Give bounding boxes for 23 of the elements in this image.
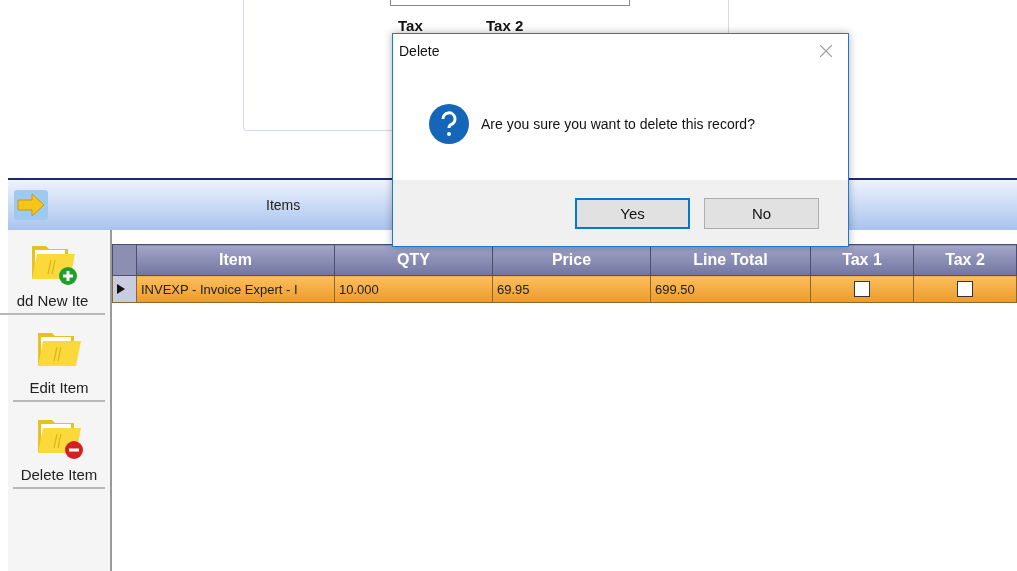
table-cell: 10.000 [334, 275, 493, 303]
checkbox[interactable] [854, 281, 870, 298]
close-icon[interactable] [820, 45, 832, 57]
table-cell: INVEXP - Invoice Expert - I [136, 275, 335, 303]
dialog-message: Are you sure you want to delete this record? [481, 116, 755, 132]
field-label: Tax 2 [486, 17, 525, 34]
panel-title: Items [266, 197, 301, 213]
sidebar-button[interactable]: Edit Item [13, 315, 105, 402]
dialog-title: Delete [399, 43, 440, 59]
question-icon [429, 104, 469, 144]
column-header[interactable]: Tax 2 [913, 244, 1017, 276]
column-header[interactable]: Item [136, 244, 335, 276]
checkbox[interactable] [957, 281, 973, 298]
sidebar-button[interactable]: Delete Item [13, 402, 105, 489]
table-cell: 69.95 [492, 275, 651, 303]
dialog-button[interactable]: Yes [575, 197, 690, 229]
text-field[interactable] [390, 0, 630, 6]
column-header[interactable]: Tax 1 [810, 244, 914, 276]
dialog-button[interactable]: No [704, 197, 819, 229]
sidebar-button[interactable]: dd New Ite [0, 230, 105, 315]
column-header[interactable]: QTY [334, 244, 493, 276]
table-cell: 699.50 [650, 275, 811, 303]
field-label: Tax [398, 17, 424, 34]
